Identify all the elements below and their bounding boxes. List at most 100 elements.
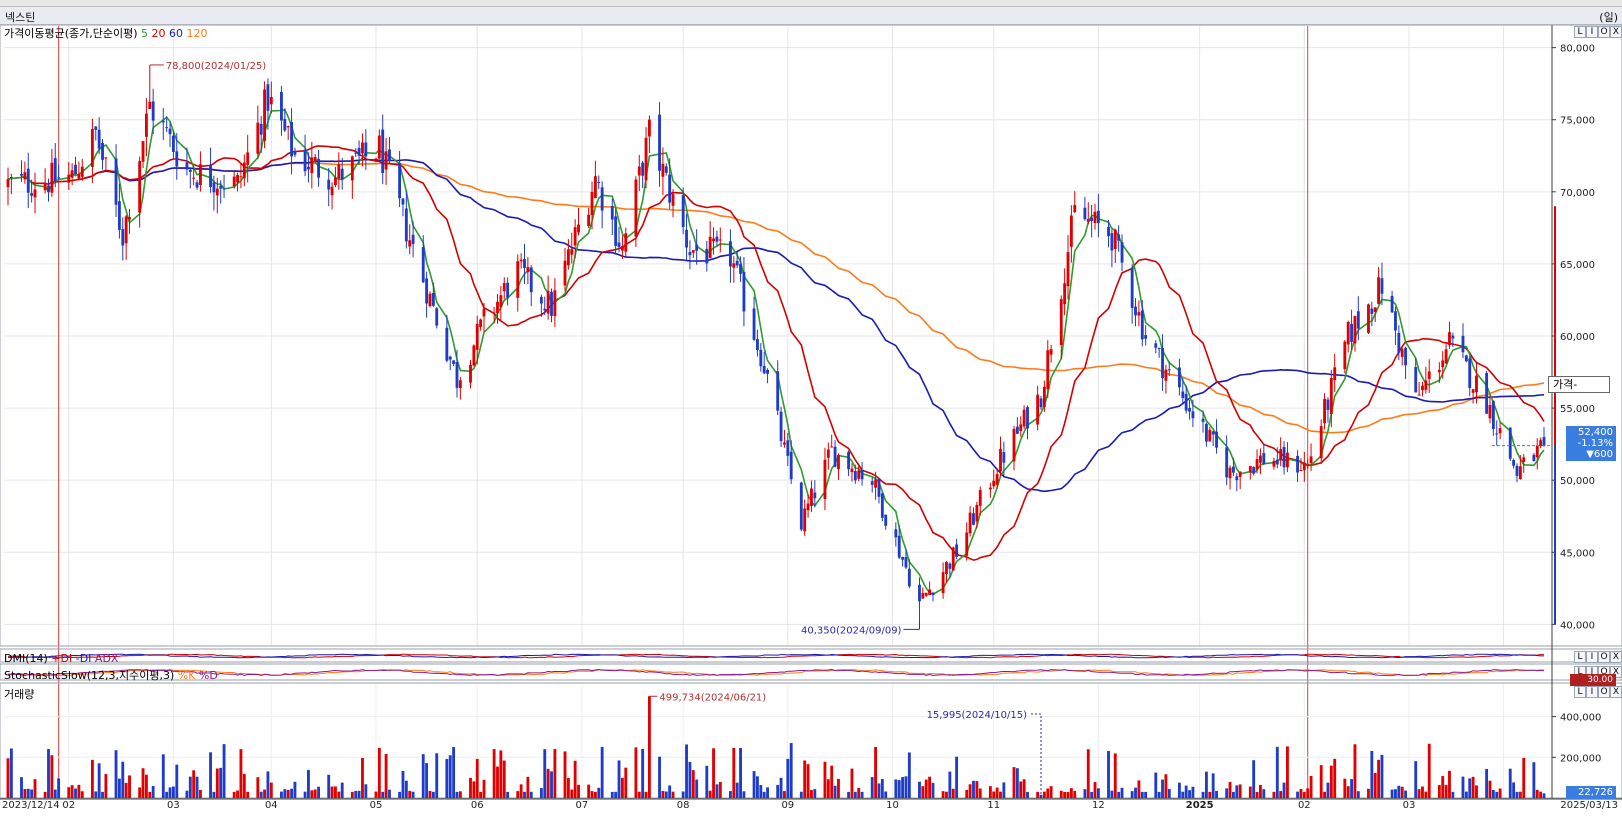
- volume-bar: [259, 791, 263, 798]
- candle-body: [168, 128, 172, 135]
- volume-bar: [1471, 776, 1475, 798]
- volume-bar: [192, 770, 196, 798]
- candle-body: [975, 504, 979, 522]
- volume-bar: [931, 782, 935, 798]
- volume-info-button[interactable]: I: [1586, 686, 1598, 698]
- panel-option-button[interactable]: O: [1598, 26, 1610, 38]
- dmi-lock-button[interactable]: L: [1574, 651, 1586, 663]
- volume-close-button[interactable]: X: [1610, 686, 1622, 698]
- volume-bar: [404, 780, 408, 798]
- candle-body: [1090, 217, 1094, 221]
- volume-option-button[interactable]: O: [1598, 686, 1610, 698]
- volume-bar: [610, 791, 614, 798]
- candle-body: [799, 482, 803, 530]
- volume-bar: [364, 784, 368, 798]
- volume-bar: [1390, 789, 1394, 798]
- candle-body: [1390, 295, 1394, 313]
- ma-period-20: 20: [151, 27, 166, 40]
- volume-bar: [1326, 782, 1330, 798]
- candle-body: [1073, 205, 1077, 213]
- volume-bar: [53, 789, 57, 798]
- candle-body: [452, 360, 456, 364]
- volume-bar: [1309, 776, 1313, 798]
- candle-body: [30, 193, 34, 196]
- candle-body: [1518, 466, 1522, 480]
- volume-bar: [1002, 782, 1006, 798]
- candle-body: [435, 308, 439, 326]
- volume-bar: [1296, 791, 1299, 798]
- volume-bar: [1370, 750, 1374, 798]
- volume-bar: [1066, 791, 1070, 798]
- dmi-option-button[interactable]: O: [1598, 651, 1610, 663]
- dmi-info-button[interactable]: I: [1586, 651, 1598, 663]
- candle-body: [894, 529, 898, 538]
- candle-body: [587, 214, 591, 227]
- candle-body: [1471, 389, 1475, 393]
- candle-body: [553, 290, 557, 317]
- candle-body: [1370, 308, 1374, 314]
- candle-body: [931, 592, 935, 595]
- candle-body: [232, 176, 236, 187]
- candle-body: [516, 261, 520, 298]
- volume-bar: [587, 784, 591, 798]
- volume-bar: [1157, 791, 1161, 798]
- volume-bar: [1255, 791, 1259, 798]
- volume-bar: [570, 789, 574, 798]
- x-tick-label: 02: [62, 800, 75, 811]
- dmi-label: DMI(14): [4, 652, 48, 665]
- volume-bar: [590, 791, 594, 798]
- candle-body: [256, 122, 260, 154]
- volume-bar: [1134, 787, 1137, 798]
- candle-body: [877, 478, 881, 497]
- volume-lock-button[interactable]: L: [1574, 686, 1586, 698]
- chart-canvas[interactable]: 80,000 75,000 70,000 65,000 60,000 55,000 50,0…: [0, 0, 1622, 820]
- candle-body: [1019, 424, 1023, 431]
- candlesticks: [6, 64, 1546, 620]
- volume-bar: [398, 791, 402, 798]
- volume-bar: [455, 791, 459, 798]
- candle-body: [492, 312, 496, 314]
- price-popup[interactable]: 가격-: [1548, 376, 1610, 393]
- volume-bar: [1441, 776, 1445, 798]
- ma-period-60: 60: [169, 27, 184, 40]
- dmi-close-button[interactable]: X: [1610, 651, 1622, 663]
- volume-bar: [847, 791, 851, 798]
- candle-body: [593, 176, 597, 199]
- volume-bar: [428, 790, 432, 798]
- volume-bars: [6, 696, 1546, 798]
- panel-info-button[interactable]: I: [1586, 26, 1598, 38]
- volume-bar: [212, 791, 216, 798]
- candle-body: [1353, 316, 1357, 344]
- volume-bar: [1015, 768, 1019, 798]
- candle-body: [361, 142, 364, 154]
- volume-bar: [90, 759, 94, 798]
- volume-bar: [1377, 759, 1381, 798]
- candle-body: [1286, 452, 1289, 468]
- candle-body: [988, 487, 992, 490]
- panel-lock-button[interactable]: L: [1574, 26, 1586, 38]
- volume-bar: [20, 777, 23, 798]
- panel-close-button[interactable]: X: [1610, 26, 1622, 38]
- volume-bar: [1248, 786, 1252, 798]
- candle-body: [1508, 427, 1512, 459]
- volume-bar: [1323, 791, 1326, 798]
- candle-body: [70, 170, 74, 178]
- candle-body: [1134, 306, 1137, 316]
- candle-body: [577, 224, 580, 233]
- volume-bar: [236, 790, 239, 798]
- volume-bar: [104, 774, 108, 798]
- candle-body: [475, 323, 479, 350]
- volume-bar: [1279, 791, 1283, 798]
- candle-body: [290, 122, 293, 157]
- volume-bar: [1380, 754, 1384, 798]
- candle-body: [161, 120, 165, 123]
- candle-body: [114, 158, 118, 205]
- candle-body: [171, 135, 175, 152]
- volume-bar: [388, 789, 391, 798]
- price-range-bar-up: [1554, 206, 1556, 446]
- volume-bar: [246, 791, 250, 798]
- candle-body: [80, 166, 84, 177]
- volume-bar: [1215, 790, 1218, 798]
- candle-body: [74, 164, 77, 175]
- y-tick-label: 65,000: [1560, 260, 1595, 271]
